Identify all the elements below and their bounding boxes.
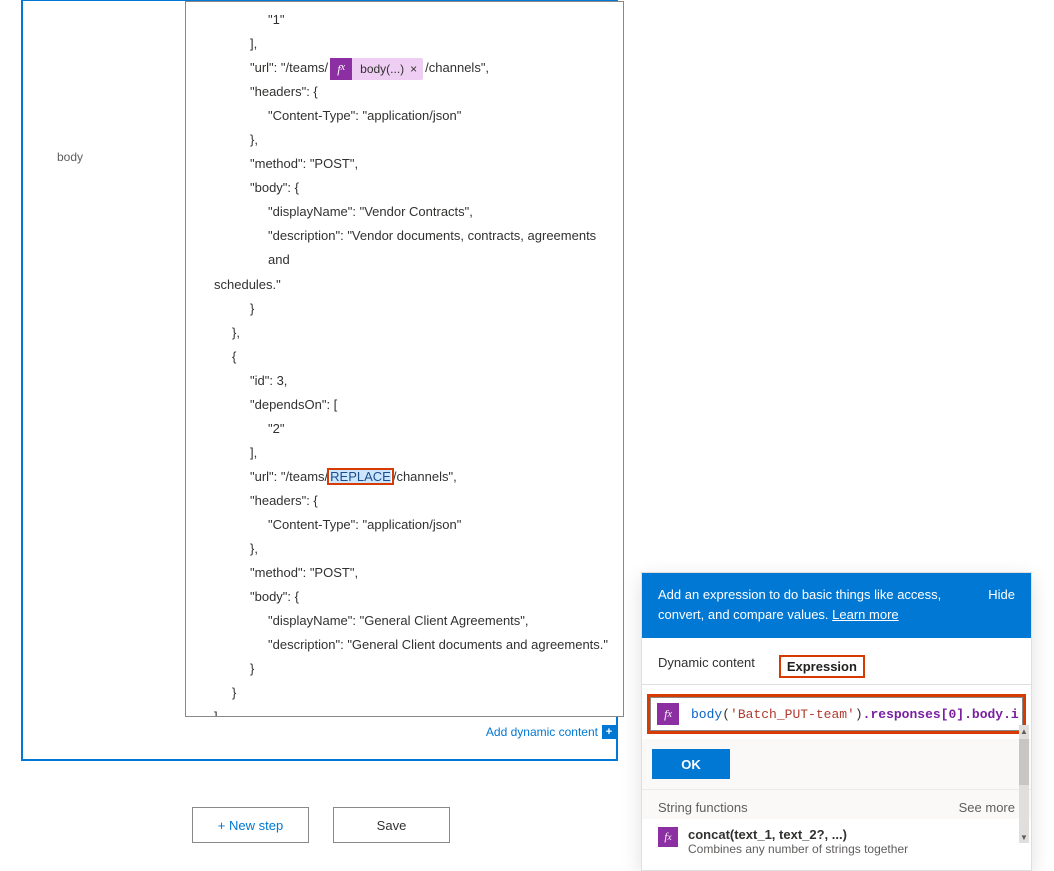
tab-expression[interactable]: Expression [779, 655, 865, 678]
ok-row: OK [642, 739, 1031, 789]
scroll-up-icon[interactable]: ▲ [1019, 725, 1029, 737]
popup-header: Add an expression to do basic things lik… [642, 573, 1031, 638]
scroll-down-icon[interactable]: ▼ [1019, 831, 1029, 843]
expression-popup: Add an expression to do basic things lik… [641, 572, 1032, 871]
hide-link[interactable]: Hide [988, 585, 1015, 624]
scroll-thumb[interactable] [1019, 739, 1029, 785]
plus-icon: + [602, 725, 616, 739]
string-functions-header: String functions See more [642, 789, 1031, 819]
popup-tabs: Dynamic content Expression [642, 638, 1031, 685]
action-card: body "1"],"url": "/teams/fxbody(...)×/ch… [22, 0, 617, 760]
body-editor[interactable]: "1"],"url": "/teams/fxbody(...)×/channel… [185, 1, 624, 717]
expression-text: body('Batch_PUT-team').responses[0].body… [691, 707, 1019, 722]
add-dynamic-content-link[interactable]: Add dynamic content + [486, 725, 616, 739]
fx-icon: fx [330, 58, 352, 80]
new-step-button[interactable]: + New step [192, 807, 309, 843]
fx-icon: fx [658, 827, 678, 847]
save-button[interactable]: Save [333, 807, 450, 843]
remove-token-icon[interactable]: × [410, 58, 417, 80]
expression-input[interactable]: fx body('Batch_PUT-team').responses[0].b… [650, 697, 1023, 731]
learn-more-link[interactable]: Learn more [832, 607, 898, 622]
see-more-link[interactable]: See more [959, 800, 1015, 815]
fn-concat-item[interactable]: fx concat(text_1, text_2?, ...) Combines… [642, 819, 1031, 870]
footer-buttons: + New step Save [192, 807, 450, 843]
popup-scrollbar[interactable]: ▲ ▼ [1019, 725, 1029, 843]
tab-dynamic-content[interactable]: Dynamic content [658, 655, 755, 678]
fx-icon: fx [657, 703, 679, 725]
expression-token[interactable]: fxbody(...)× [330, 58, 423, 80]
field-label-body: body [57, 150, 83, 164]
ok-button[interactable]: OK [652, 749, 730, 779]
